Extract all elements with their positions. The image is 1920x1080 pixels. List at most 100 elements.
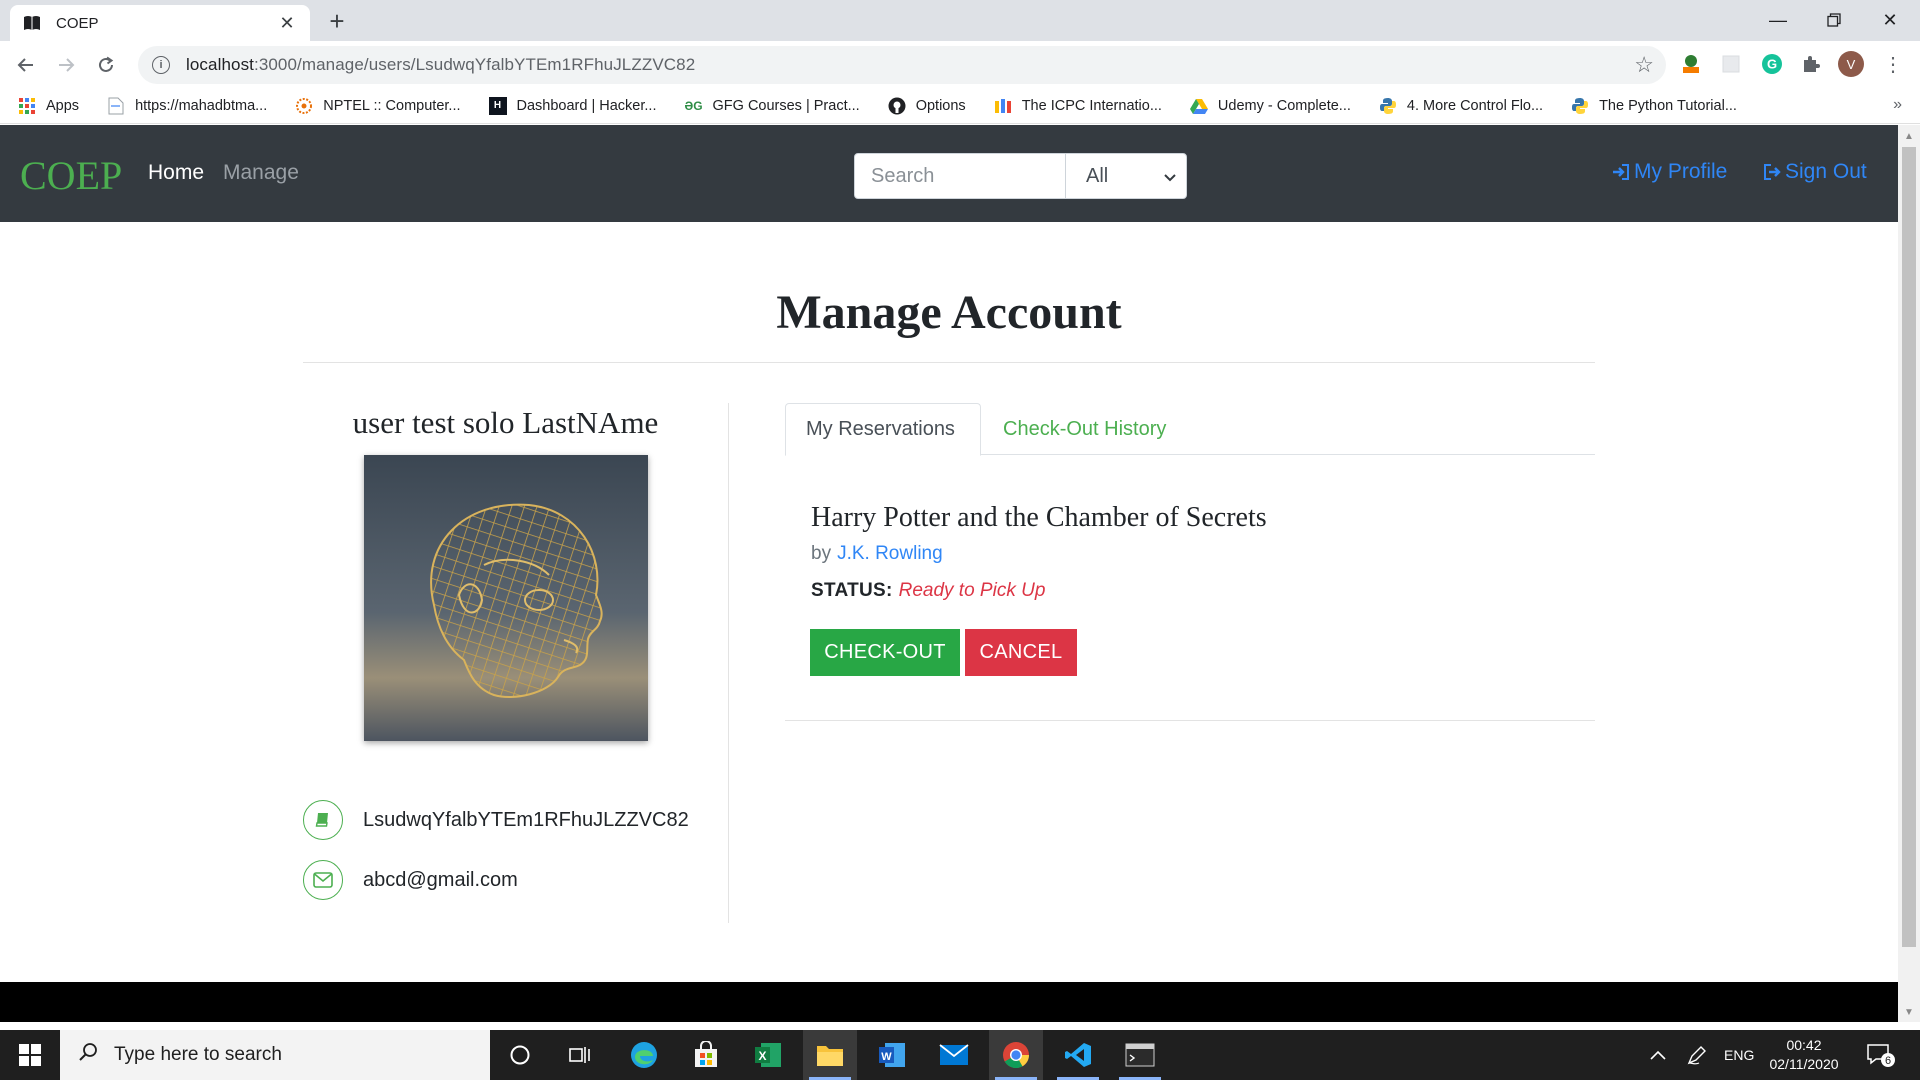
user-avatar-image xyxy=(364,455,648,741)
github-icon xyxy=(888,97,906,115)
check-out-button[interactable]: CHECK-OUT xyxy=(810,629,960,676)
mysql-shell-icon[interactable] xyxy=(1113,1030,1167,1080)
address-bar[interactable]: i localhost:3000/manage/users/LsudwqYfal… xyxy=(138,46,1666,84)
nav-home-link[interactable]: Home xyxy=(148,161,204,185)
sign-out-link[interactable]: Sign Out xyxy=(1763,160,1867,184)
drive-icon xyxy=(1189,97,1208,115)
python-icon xyxy=(1571,97,1589,115)
taskbar-clock[interactable]: 00:42 02/11/2020 xyxy=(1762,1036,1846,1074)
taskbar-search-box[interactable]: Type here to search xyxy=(60,1030,490,1080)
vscode-icon[interactable] xyxy=(1051,1030,1105,1080)
email-row: abcd@gmail.com xyxy=(303,860,518,900)
site-brand[interactable]: COEP xyxy=(20,152,122,199)
search-input[interactable]: Search xyxy=(854,153,1066,199)
tab-check-out-history[interactable]: Check-Out History xyxy=(983,403,1186,455)
book-icon xyxy=(303,800,343,840)
new-tab-icon[interactable]: + xyxy=(322,8,352,36)
sign-in-icon xyxy=(1612,163,1630,181)
bookmark-options[interactable]: Options xyxy=(888,97,966,115)
title-divider xyxy=(303,362,1595,363)
reservation-book-title[interactable]: Harry Potter and the Chamber of Secrets xyxy=(811,502,1267,534)
file-explorer-icon[interactable] xyxy=(803,1030,857,1080)
cortana-icon[interactable] xyxy=(495,1030,545,1080)
grammarly-icon[interactable]: G xyxy=(1759,51,1785,77)
column-divider xyxy=(728,403,729,923)
reservation-status: STATUS: Ready to Pick Up xyxy=(811,580,1046,601)
my-profile-link[interactable]: My Profile xyxy=(1612,160,1727,184)
hackerrank-icon: H xyxy=(488,96,507,115)
close-window-icon[interactable]: ✕ xyxy=(1862,4,1918,36)
magnifier-icon xyxy=(78,1042,98,1068)
bookmark-nptel[interactable]: NPTEL :: Computer... xyxy=(295,97,461,115)
bookmark-star-icon[interactable]: ☆ xyxy=(1634,52,1654,78)
chrome-icon[interactable] xyxy=(989,1030,1043,1080)
browser-tab[interactable]: COEP ✕ xyxy=(10,5,310,41)
icpc-icon xyxy=(994,97,1012,115)
user-email: abcd@gmail.com xyxy=(363,868,518,891)
apps-grid-icon xyxy=(18,97,36,115)
sign-out-icon xyxy=(1763,163,1781,181)
browser-tab-strip: COEP ✕ + — ✕ xyxy=(0,0,1920,41)
svg-text:X: X xyxy=(758,1049,766,1063)
search-filter-select[interactable]: All xyxy=(1065,153,1187,199)
book-favicon-icon xyxy=(22,13,42,33)
minimize-icon[interactable]: — xyxy=(1750,4,1806,36)
back-arrow-icon[interactable] xyxy=(10,49,42,81)
browser-menu-icon[interactable]: ⋮ xyxy=(1880,51,1906,77)
html-extension-icon[interactable] xyxy=(1678,51,1704,77)
notification-count: 6 xyxy=(1885,1055,1891,1067)
envelope-icon xyxy=(303,860,343,900)
bookmark-icpc[interactable]: The ICPC Internatio... xyxy=(994,97,1162,115)
gfg-icon: ƏG xyxy=(684,98,703,113)
edge-browser-icon[interactable] xyxy=(617,1030,671,1080)
notifications-icon[interactable]: 6 xyxy=(1866,1030,1896,1080)
scroll-up-icon[interactable]: ▲ xyxy=(1904,131,1914,142)
extensions-puzzle-icon[interactable] xyxy=(1798,51,1824,77)
reservation-author-line: by J.K. Rowling xyxy=(811,543,943,564)
windows-taskbar: Type here to search X W ENG 00:42 02/11/… xyxy=(0,1030,1920,1080)
scroll-down-icon[interactable]: ▼ xyxy=(1904,1007,1914,1018)
cancel-reservation-button[interactable]: CANCEL xyxy=(965,629,1077,676)
page-title: Manage Account xyxy=(776,286,1122,339)
author-link[interactable]: J.K. Rowling xyxy=(837,543,943,564)
bookmark-mahadbt[interactable]: https://mahadbtma... xyxy=(107,97,267,115)
close-tab-icon[interactable]: ✕ xyxy=(276,13,298,34)
task-view-icon[interactable] xyxy=(555,1030,605,1080)
restore-icon[interactable] xyxy=(1806,4,1862,36)
store-icon[interactable] xyxy=(679,1030,733,1080)
scrollbar-thumb[interactable] xyxy=(1902,147,1916,947)
tray-overflow-icon[interactable] xyxy=(1650,1030,1666,1080)
page-icon xyxy=(107,97,125,115)
site-navbar: COEP Home Manage Search All My Profile S… xyxy=(0,125,1898,222)
tab-title: COEP xyxy=(56,14,99,32)
windows-start-icon[interactable] xyxy=(0,1030,60,1080)
forward-arrow-icon[interactable] xyxy=(50,49,82,81)
reload-icon[interactable] xyxy=(90,49,122,81)
svg-text:W: W xyxy=(881,1051,892,1063)
bookmark-udemy[interactable]: Udemy - Complete... xyxy=(1189,97,1351,115)
excel-icon[interactable]: X xyxy=(741,1030,795,1080)
profile-avatar[interactable]: V xyxy=(1838,51,1864,77)
nptel-icon xyxy=(295,97,313,115)
bookmark-hackerrank[interactable]: H Dashboard | Hacker... xyxy=(488,96,657,115)
bookmark-gfg[interactable]: ƏG GFG Courses | Pract... xyxy=(684,97,859,115)
tab-my-reservations[interactable]: My Reservations xyxy=(785,403,981,456)
bookmarks-overflow-icon[interactable]: » xyxy=(1893,96,1902,114)
word-icon[interactable]: W xyxy=(865,1030,919,1080)
bookmark-control-flow[interactable]: 4. More Control Flo... xyxy=(1379,97,1543,115)
python-icon xyxy=(1379,97,1397,115)
pen-workspace-icon[interactable] xyxy=(1686,1030,1708,1080)
svg-text:V: V xyxy=(1847,57,1856,72)
mail-icon[interactable] xyxy=(927,1030,981,1080)
extension-placeholder-icon[interactable] xyxy=(1718,51,1744,77)
bookmark-apps[interactable]: Apps xyxy=(18,97,79,115)
page-viewport: COEP Home Manage Search All My Profile S… xyxy=(0,125,1898,1022)
site-info-icon[interactable]: i xyxy=(152,56,170,74)
language-indicator[interactable]: ENG xyxy=(1724,1030,1754,1080)
browser-toolbar: i localhost:3000/manage/users/LsudwqYfal… xyxy=(0,41,1920,88)
bookmark-python-tutorial[interactable]: The Python Tutorial... xyxy=(1571,97,1737,115)
bookmarks-bar: Apps https://mahadbtma... NPTEL :: Compu… xyxy=(0,88,1920,124)
page-scrollbar[interactable]: ▲ ▼ xyxy=(1898,125,1920,1022)
chevron-down-icon xyxy=(1164,165,1176,188)
nav-manage-link[interactable]: Manage xyxy=(223,161,299,185)
